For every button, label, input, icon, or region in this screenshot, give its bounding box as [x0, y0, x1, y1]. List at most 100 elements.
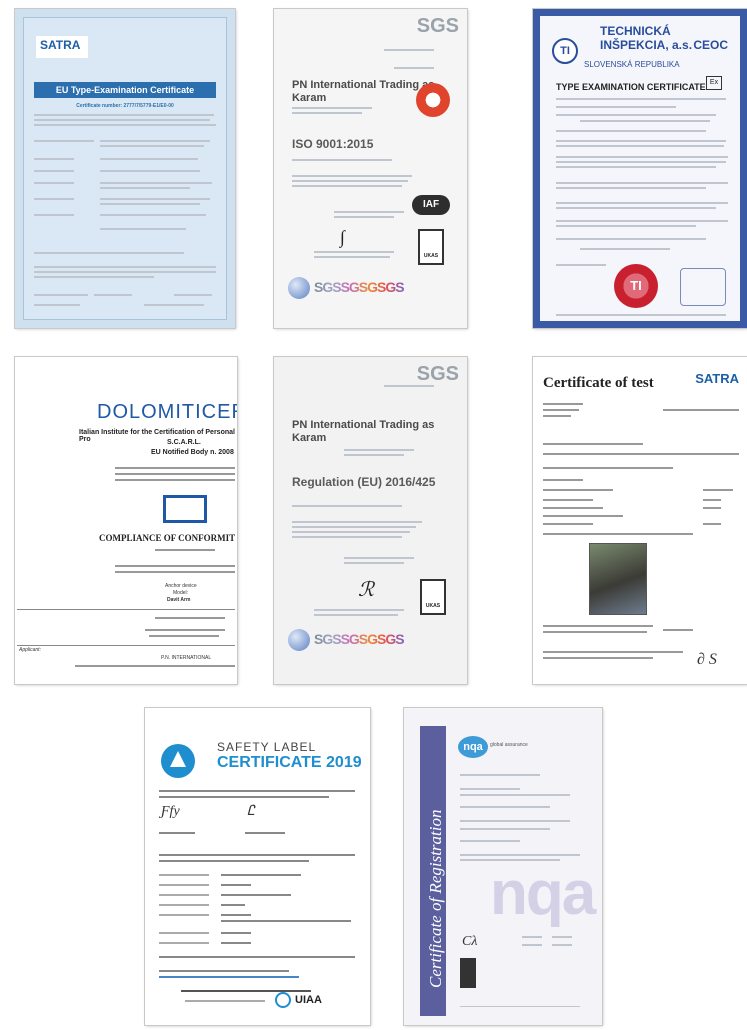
text-line — [34, 114, 214, 116]
nqa-watermark: nqa — [490, 859, 596, 928]
sgs-red-mark-icon — [416, 83, 450, 117]
text-line — [543, 651, 683, 653]
text-line — [221, 904, 245, 906]
certificate-thumbnail-technicka[interactable]: TECHNICKÁ INŠPEKCIA, a.s. TI CEOC SLOVEN… — [533, 9, 747, 328]
certificate-thumbnail-sgs-regulation[interactable]: SGS PN International Trading as Karam Re… — [274, 357, 467, 684]
certificate-title: CERTIFICATE 2019 — [217, 754, 362, 771]
text-line — [34, 304, 80, 306]
globe-icon — [288, 277, 310, 299]
text-line — [556, 156, 728, 158]
text-line — [115, 565, 235, 567]
uiaa-triangle-icon — [161, 744, 195, 778]
text-line — [703, 499, 721, 501]
text-line — [159, 860, 309, 862]
text-line — [221, 932, 251, 934]
nqa-logo: nqa — [458, 736, 488, 758]
vertical-title: Certificate of Registration — [426, 809, 445, 988]
text-line — [221, 942, 251, 944]
text-line — [344, 557, 414, 559]
dolomiticert-logo: DOLOMITICER — [97, 401, 237, 423]
text-line — [100, 228, 186, 230]
text-line — [703, 523, 721, 525]
text-line — [159, 956, 355, 958]
text-line — [460, 788, 520, 790]
text-line — [556, 314, 726, 316]
certificate-thumbnail-sgs-iso[interactable]: SGS PN International Trading as Karam IS… — [274, 9, 467, 328]
text-line — [75, 665, 235, 667]
notified-body: EU Notified Body n. 2008 — [151, 449, 234, 456]
sgs-logo: SGS — [416, 363, 459, 385]
text-line — [460, 840, 520, 842]
text-line — [34, 158, 74, 160]
text-line — [314, 251, 394, 253]
certificate-thumbnail-satra-eu[interactable]: SATRA EU Type-Examination Certificate Ce… — [15, 9, 235, 328]
issuer-line: S.C.A.R.L. — [167, 439, 201, 446]
signature-icon: ∂ S — [697, 651, 717, 668]
certificate-thumbnail-safety-label[interactable]: SAFETY LABEL CERTIFICATE 2019 Ƒfy Ꮭ UIAA — [145, 708, 370, 1025]
text-line — [344, 449, 414, 451]
certificate-thumbnail-dolomiticert[interactable]: DOLOMITICER Italian Institute for the Ce… — [15, 357, 237, 684]
signature-stamp-icon — [680, 268, 726, 306]
link-line[interactable] — [159, 976, 299, 978]
text-line — [556, 106, 676, 108]
sgs-color-strip: SGSSGSGSGS — [314, 279, 405, 295]
text-line — [344, 562, 404, 564]
text-line — [292, 175, 412, 177]
sgs-color-strip: SGSSGSGSGS — [314, 631, 405, 647]
device-model: Davit Arm — [167, 597, 191, 603]
text-line — [663, 629, 693, 631]
text-line — [221, 874, 301, 876]
certificate-title: Certificate of test — [543, 375, 654, 391]
certificate-thumbnail-certificate-of-test[interactable]: Certificate of test SATRA ∂ S — [533, 357, 747, 684]
text-line — [460, 774, 540, 776]
text-line — [292, 180, 408, 182]
ex-mark-icon: Ex — [706, 76, 722, 90]
issuer-line: Italian Institute for the Certification … — [79, 429, 235, 443]
text-line — [556, 264, 606, 266]
test-photo — [589, 543, 647, 615]
text-line — [543, 657, 653, 659]
satra-logo: SATRA — [695, 371, 739, 386]
ceoc-logo: CEOC — [693, 38, 728, 52]
text-line — [159, 874, 209, 876]
satra-logo: SATRA — [36, 36, 88, 58]
text-line — [556, 98, 726, 100]
text-line — [522, 936, 542, 938]
text-line — [543, 467, 673, 469]
text-line — [556, 182, 728, 184]
text-line — [159, 790, 355, 792]
applicant-name: P.N. INTERNATIONAL — [161, 655, 212, 661]
text-line — [556, 166, 716, 168]
text-line — [543, 453, 739, 455]
text-line — [460, 794, 570, 796]
text-line — [149, 635, 219, 637]
text-line — [144, 304, 204, 306]
text-line — [185, 1000, 265, 1002]
text-line — [34, 140, 94, 142]
certificate-page: SATRA EU Type-Examination Certificate Ce… — [23, 17, 227, 320]
text-line — [181, 990, 311, 992]
ti-seal-icon: TI — [614, 264, 658, 308]
text-line — [221, 894, 291, 896]
device-line: Model: — [173, 590, 189, 596]
certificate-thumbnail-nqa[interactable]: Certificate of Registration nqa global a… — [404, 708, 602, 1025]
company-name: PN International Trading as Karam — [292, 419, 435, 444]
text-line — [34, 266, 216, 268]
text-line — [556, 202, 728, 204]
text-line — [221, 920, 351, 922]
text-line — [543, 415, 571, 417]
text-line — [394, 67, 434, 69]
signature-icon: Ꮭ — [247, 804, 255, 819]
text-line — [543, 409, 579, 411]
text-line — [155, 549, 215, 551]
text-line — [292, 185, 402, 187]
text-line — [384, 385, 434, 387]
text-line — [34, 214, 74, 216]
text-line — [580, 120, 710, 122]
text-line — [159, 796, 329, 798]
text-line — [292, 531, 410, 533]
text-line — [384, 49, 434, 51]
text-line — [334, 211, 404, 213]
text-line — [552, 944, 572, 946]
standard-title: Regulation (EU) 2016/425 — [292, 475, 436, 489]
